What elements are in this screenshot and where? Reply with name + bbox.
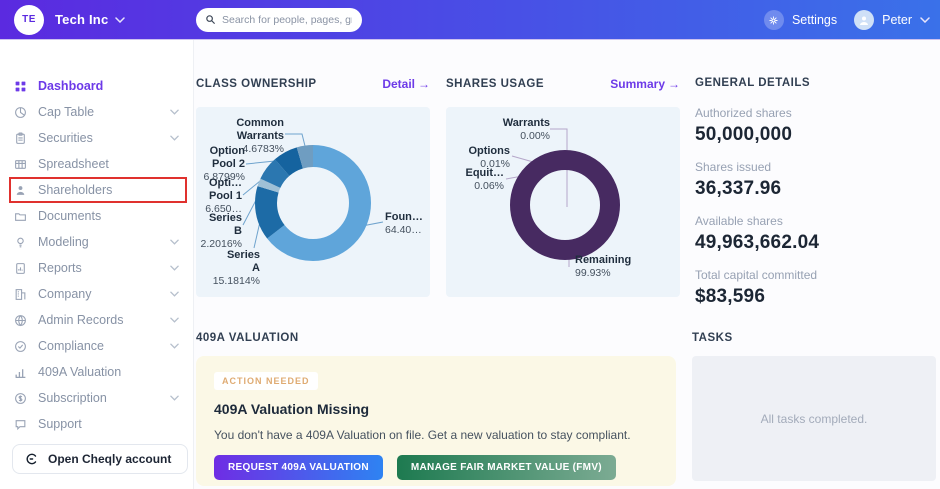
user-menu[interactable]: Peter [854, 10, 930, 30]
arrow-right-icon: → [668, 77, 680, 91]
settings-label: Settings [791, 13, 838, 27]
donut-label-remaining: Remaining 99.93% [575, 254, 632, 280]
donut-label-option-pool-1: Opti… Pool 1 6.650… [205, 177, 242, 216]
sidebar-item-securities[interactable]: Securities [0, 125, 193, 151]
shares-usage-summary-link[interactable]: Summary → [610, 77, 680, 91]
sidebar-item-409a-valuation[interactable]: 409A Valuation [0, 359, 193, 385]
lightbulb-icon [14, 236, 27, 249]
donut-label-series-a: Series A 15.1814% [212, 249, 260, 288]
shares-usage-donut [505, 128, 620, 267]
sidebar-item-spreadsheet[interactable]: Spreadsheet [0, 151, 193, 177]
chevron-down-icon [170, 395, 179, 401]
chevron-down-icon [115, 16, 126, 23]
sidebar-item-support[interactable]: Support [0, 411, 193, 437]
table-icon [14, 158, 27, 171]
valuation-body-text: You don't have a 409A Valuation on file.… [214, 428, 631, 442]
donut-label-equity: Equit… 0.06% [465, 167, 505, 193]
settings-button[interactable]: Settings [763, 10, 838, 30]
search-icon [205, 14, 216, 25]
chevron-down-icon [170, 239, 179, 245]
chat-icon [14, 418, 27, 431]
valuation-panel: ACTION NEEDED 409A Valuation Missing You… [196, 356, 676, 486]
top-navbar: TE Tech Inc Settings [0, 0, 940, 40]
navbar-right: Settings Peter [763, 0, 930, 40]
pie-chart-icon [14, 106, 27, 119]
chevron-down-icon [170, 135, 179, 141]
dashboard-icon [14, 80, 27, 93]
valuation-header: 409A VALUATION [196, 332, 676, 344]
global-search [196, 8, 362, 32]
shares-usage-title: SHARES USAGE [446, 78, 545, 90]
donut-label-series-b: Series B 2.2016% [200, 212, 242, 251]
tasks-empty-message: All tasks completed. [760, 411, 868, 426]
open-cheqly-account-button[interactable]: Open Cheqly account [12, 444, 188, 474]
donut-label-warrants: Warrants 0.00% [502, 117, 550, 143]
check-circle-icon [14, 340, 27, 353]
globe-icon [14, 314, 27, 327]
chevron-down-icon [920, 17, 930, 23]
donut-label-founders: Foun… 64.40… [385, 211, 423, 237]
detail-authorized-shares: Authorized shares 50,000,000 [695, 106, 793, 145]
manage-fmv-button[interactable]: MANAGE FAIR MARKET VALUE (FMV) [396, 455, 616, 480]
general-details-title: GENERAL DETAILS [695, 77, 811, 89]
user-avatar-icon [854, 10, 875, 30]
class-ownership-header: CLASS OWNERSHIP Detail → [196, 77, 430, 91]
tasks-title: TASKS [692, 332, 733, 344]
sidebar-item-admin-records[interactable]: Admin Records [0, 307, 193, 333]
sidebar-item-cap-table[interactable]: Cap Table [0, 99, 193, 125]
sidebar-item-documents[interactable]: Documents [0, 203, 193, 229]
chevron-down-icon [170, 265, 179, 271]
person-icon [14, 184, 27, 197]
arrow-right-icon: → [418, 77, 430, 91]
action-needed-badge: ACTION NEEDED [214, 372, 318, 390]
chevron-down-icon [170, 291, 179, 297]
report-chart-icon [14, 262, 27, 275]
detail-total-capital-committed: Total capital committed $83,596 [695, 268, 818, 307]
shares-usage-header: SHARES USAGE Summary → [446, 77, 680, 91]
detail-available-shares: Available shares 49,963,662.04 [695, 214, 820, 253]
dashboard-page: TE Tech Inc Settings [0, 0, 940, 489]
company-switcher[interactable]: Tech Inc [55, 12, 126, 27]
sidebar-item-subscription[interactable]: Subscription [0, 385, 193, 411]
sidebar-item-dashboard[interactable]: Dashboard [0, 73, 193, 99]
folder-icon [14, 210, 27, 223]
sidebar-item-compliance[interactable]: Compliance [0, 333, 193, 359]
valuation-title: 409A VALUATION [196, 332, 299, 344]
cheqly-logo-icon [25, 452, 39, 466]
gear-icon [763, 10, 784, 30]
sidebar-item-modeling[interactable]: Modeling [0, 229, 193, 255]
chevron-down-icon [170, 343, 179, 349]
chevron-down-icon [170, 109, 179, 115]
sidebar-item-company[interactable]: Company [0, 281, 193, 307]
detail-shares-issued: Shares issued 36,337.96 [695, 160, 782, 199]
class-ownership-title: CLASS OWNERSHIP [196, 78, 317, 90]
shares-usage-chart-panel: Warrants 0.00% Options 0.01% Equit… 0.06… [446, 107, 680, 297]
tasks-header: TASKS [692, 332, 936, 344]
class-ownership-detail-link[interactable]: Detail → [382, 77, 430, 91]
dollar-circle-icon [14, 392, 27, 405]
sidebar-item-shareholders[interactable]: Shareholders [0, 177, 193, 203]
class-ownership-chart-panel: Common Warrants 4.6783% Option Pool 2 6.… [196, 107, 430, 297]
company-avatar[interactable]: TE [14, 4, 44, 35]
chevron-down-icon [170, 317, 179, 323]
sidebar-item-reports[interactable]: Reports [0, 255, 193, 281]
request-409a-valuation-button[interactable]: REQUEST 409A VALUATION [214, 455, 383, 480]
user-name: Peter [882, 13, 912, 27]
clipboard-icon [14, 132, 27, 145]
building-icon [14, 288, 27, 301]
sidebar-nav: Dashboard Cap Table Securities Spreadshe… [0, 40, 194, 489]
valuation-heading: 409A Valuation Missing [214, 401, 370, 417]
bar-chart-icon [14, 366, 27, 379]
company-name: Tech Inc [55, 12, 109, 27]
tasks-panel: All tasks completed. [692, 356, 936, 481]
general-details-panel: GENERAL DETAILS Authorized shares 50,000… [695, 77, 935, 322]
search-input[interactable] [196, 8, 362, 32]
